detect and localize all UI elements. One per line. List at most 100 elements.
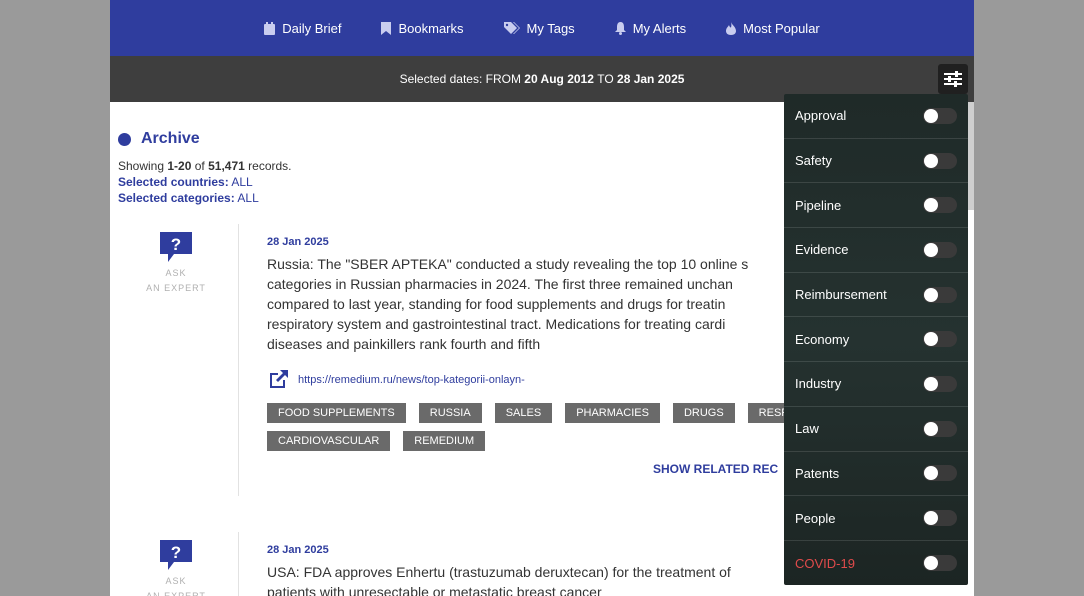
countries-value: ALL xyxy=(231,175,253,189)
nav-my-tags-label: My Tags xyxy=(526,20,575,36)
filter-label: Reimbursement xyxy=(795,287,887,303)
category-filter-panel: Approval Safety Pipeline Evidence Reimbu… xyxy=(784,94,968,585)
filter-row-approval: Approval xyxy=(784,94,968,139)
record-date: 28 Jan 2025 xyxy=(267,544,329,556)
question-bubble-icon: ? xyxy=(160,232,192,262)
record-body: 28 Jan 2025 USA: FDA approves Enhertu (t… xyxy=(267,532,827,596)
record-tags: FOOD SUPPLEMENTS RUSSIA SALES PHARMACIES… xyxy=(267,403,827,453)
record-text: Russia: The "SBER APTEKA" conducted a st… xyxy=(267,254,827,354)
record-source-url[interactable]: https://remedium.ru/news/top-kategorii-o… xyxy=(298,374,525,386)
filter-label: Law xyxy=(795,421,819,437)
tag-chip[interactable]: CARDIOVASCULAR xyxy=(267,431,391,451)
ask-line2: AN EXPERT xyxy=(146,591,206,596)
archive-dot-icon xyxy=(118,132,131,146)
filter-row-people: People xyxy=(784,496,968,541)
svg-text:?: ? xyxy=(171,235,181,254)
filter-toggle-safety[interactable] xyxy=(923,152,957,169)
filter-row-safety: Safety xyxy=(784,139,968,184)
of-label: of xyxy=(194,159,205,173)
date-to: 28 Jan 2025 xyxy=(617,72,685,86)
filter-row-covid: COVID-19 xyxy=(784,541,968,586)
filter-label: People xyxy=(795,510,836,526)
filter-label: Industry xyxy=(795,376,842,392)
nav-most-popular[interactable]: Most Popular xyxy=(726,21,820,36)
filter-label: Safety xyxy=(795,153,832,169)
filter-toggle-industry[interactable] xyxy=(923,375,957,392)
countries-label: Selected countries: xyxy=(118,175,229,189)
nav-my-alerts-label: My Alerts xyxy=(632,20,687,36)
filter-row-economy: Economy xyxy=(784,317,968,363)
tag-chip[interactable]: DRUGS xyxy=(672,403,735,423)
filter-row-evidence: Evidence xyxy=(784,228,968,273)
ask-expert-text: ASK AN EXPERT xyxy=(146,574,206,596)
filter-row-patents: Patents xyxy=(784,452,968,497)
tag-chip[interactable]: SALES xyxy=(494,403,553,423)
filter-label: Patents xyxy=(795,465,840,481)
filter-row-industry: Industry xyxy=(784,362,968,407)
nav-daily-brief[interactable]: Daily Brief xyxy=(264,21,341,36)
nav-most-popular-label: Most Popular xyxy=(743,20,820,36)
record-text-line: USA: FDA approves Enhertu (trastuzumab d… xyxy=(267,564,731,580)
sliders-icon xyxy=(944,71,962,87)
bell-icon xyxy=(614,21,626,35)
record-divider xyxy=(238,532,239,596)
nav-my-tags[interactable]: My Tags xyxy=(503,20,575,36)
tag-chip[interactable]: REMEDIUM xyxy=(403,431,486,451)
filter-toggle-pipeline[interactable] xyxy=(923,197,957,214)
tag-chip[interactable]: RUSSIA xyxy=(418,403,482,423)
nav-my-alerts[interactable]: My Alerts xyxy=(614,20,687,36)
filter-label: Approval xyxy=(795,108,847,124)
record-text-line: respiratory system and gastrointestinal … xyxy=(267,316,726,332)
filter-toggle-economy[interactable] xyxy=(923,331,957,348)
ask-expert-text: ASK AN EXPERT xyxy=(146,266,206,296)
question-bubble-icon: ? xyxy=(160,540,192,570)
ask-expert-button[interactable]: ? ASK AN EXPERT xyxy=(114,224,238,496)
date-from: 20 Aug 2012 xyxy=(524,72,594,86)
tags-icon xyxy=(503,22,520,34)
record-divider xyxy=(238,224,239,496)
external-link-icon xyxy=(270,370,288,388)
filter-toggle-approval[interactable] xyxy=(923,107,957,124)
nav-bookmarks[interactable]: Bookmarks xyxy=(381,20,464,36)
record-body: 28 Jan 2025 Russia: The "SBER APTEKA" co… xyxy=(267,224,827,496)
filter-toggle-reimbursement[interactable] xyxy=(923,286,957,303)
records-label: records. xyxy=(248,159,292,173)
filter-row-pipeline: Pipeline xyxy=(784,183,968,229)
filter-row-law: Law xyxy=(784,407,968,452)
filter-label: Economy xyxy=(795,331,850,347)
flame-icon xyxy=(726,21,737,35)
calendar-icon xyxy=(264,21,276,35)
filter-toggle-law[interactable] xyxy=(923,420,957,437)
record-text-line: patients with unresectable or metastatic… xyxy=(267,584,602,596)
dates-to-label: TO xyxy=(597,72,614,86)
record-text-line: Russia: The "SBER APTEKA" conducted a st… xyxy=(267,256,749,272)
categories-label: Selected categories: xyxy=(118,191,235,205)
ask-line2: AN EXPERT xyxy=(146,283,206,293)
filter-label: COVID-19 xyxy=(795,555,855,571)
svg-text:?: ? xyxy=(171,543,181,562)
nav-daily-brief-label: Daily Brief xyxy=(282,20,342,36)
filter-toggle-evidence[interactable] xyxy=(923,241,957,258)
records-total: 51,471 xyxy=(208,159,245,173)
record-source-link[interactable]: https://remedium.ru/news/top-kategorii-o… xyxy=(267,368,827,391)
dates-prefix: Selected dates: FROM xyxy=(399,72,521,86)
categories-value: ALL xyxy=(237,191,259,205)
bookmark-icon xyxy=(381,21,392,35)
ask-expert-button[interactable]: ? ASK AN EXPERT xyxy=(114,532,238,596)
filter-toggle-patents[interactable] xyxy=(923,465,957,482)
records-range: 1-20 xyxy=(167,159,192,173)
tag-chip[interactable]: FOOD SUPPLEMENTS xyxy=(267,403,406,423)
ask-line1: ASK xyxy=(165,576,187,586)
filter-toggle-covid[interactable] xyxy=(923,555,957,572)
record-text: USA: FDA approves Enhertu (trastuzumab d… xyxy=(267,562,827,596)
filter-row-reimbursement: Reimbursement xyxy=(784,273,968,318)
record-text-line: diseases and painkillers rank fourth and… xyxy=(267,336,541,352)
record-date: 28 Jan 2025 xyxy=(267,236,329,248)
filter-settings-button[interactable] xyxy=(938,64,968,94)
tag-chip[interactable]: PHARMACIES xyxy=(565,403,660,423)
scrollbar[interactable] xyxy=(968,102,974,210)
top-navigation: Daily Brief Bookmarks My Tags My Alerts … xyxy=(110,0,974,56)
archive-title: Archive xyxy=(141,130,200,147)
filter-toggle-people[interactable] xyxy=(923,510,957,527)
nav-bookmarks-label: Bookmarks xyxy=(398,20,464,36)
